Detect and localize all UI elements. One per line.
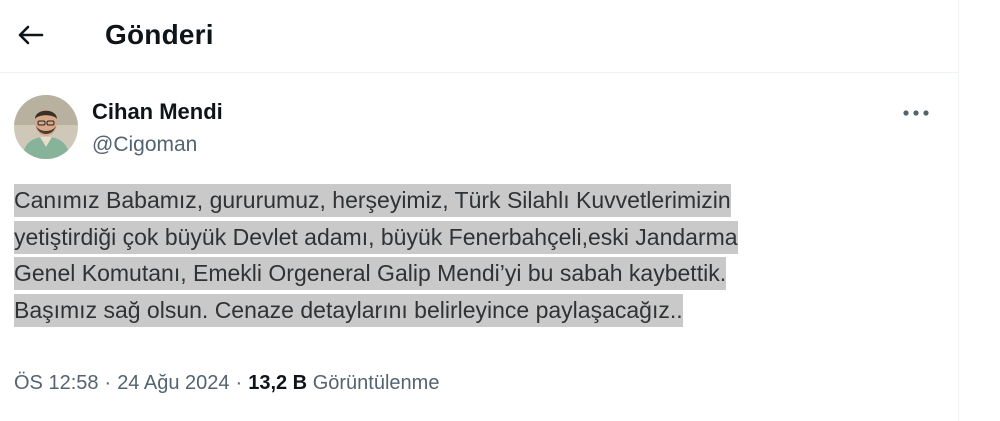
user-avatar-image (14, 95, 78, 159)
header-divider (0, 72, 959, 73)
author-display-name[interactable]: Cihan Mendi (92, 98, 223, 126)
meta-separator: · (235, 372, 243, 394)
views-count: 13,2 B (248, 372, 308, 394)
page-header: Gönderi (0, 0, 959, 72)
back-button[interactable] (12, 17, 48, 53)
tweet-text: Canımız Babamız, gururumuz, herşeyimiz, … (14, 182, 914, 328)
author-handle[interactable]: @Cigoman (92, 131, 197, 159)
views-label: Görüntülenme (312, 372, 440, 394)
more-options-button[interactable] (896, 96, 936, 130)
tweet-time: ÖS 12:58 (14, 372, 99, 394)
tweet-text-line: Başımız sağ olsun. Cenaze detaylarını be… (14, 293, 683, 327)
page-title: Gönderi (105, 19, 214, 50)
tweet-time-link[interactable]: ÖS 12:58 · 24 Ağu 2024 (14, 372, 230, 394)
tweet-text-line: Genel Komutanı, Emekli Orgeneral Galip M… (14, 257, 727, 290)
tweet-date: 24 Ağu 2024 (117, 372, 230, 394)
meta-separator: · (104, 372, 112, 394)
tweet-text-line: yetiştirdiği çok büyük Devlet adamı, büy… (14, 220, 738, 254)
arrow-left-icon (18, 25, 44, 45)
avatar[interactable] (14, 95, 78, 159)
tweet-meta: ÖS 12:58 · 24 Ağu 2024 · 13,2 B Görüntülenme (14, 368, 439, 398)
tweet-page: Gönderi Cihan Mendi @Cigoman Canımız Bab… (0, 0, 959, 421)
views-link[interactable]: 13,2 B Görüntülenme (248, 372, 439, 394)
tweet-text-line: Canımız Babamız, gururumuz, herşeyimiz, … (14, 184, 731, 217)
more-horizontal-icon (903, 110, 929, 116)
